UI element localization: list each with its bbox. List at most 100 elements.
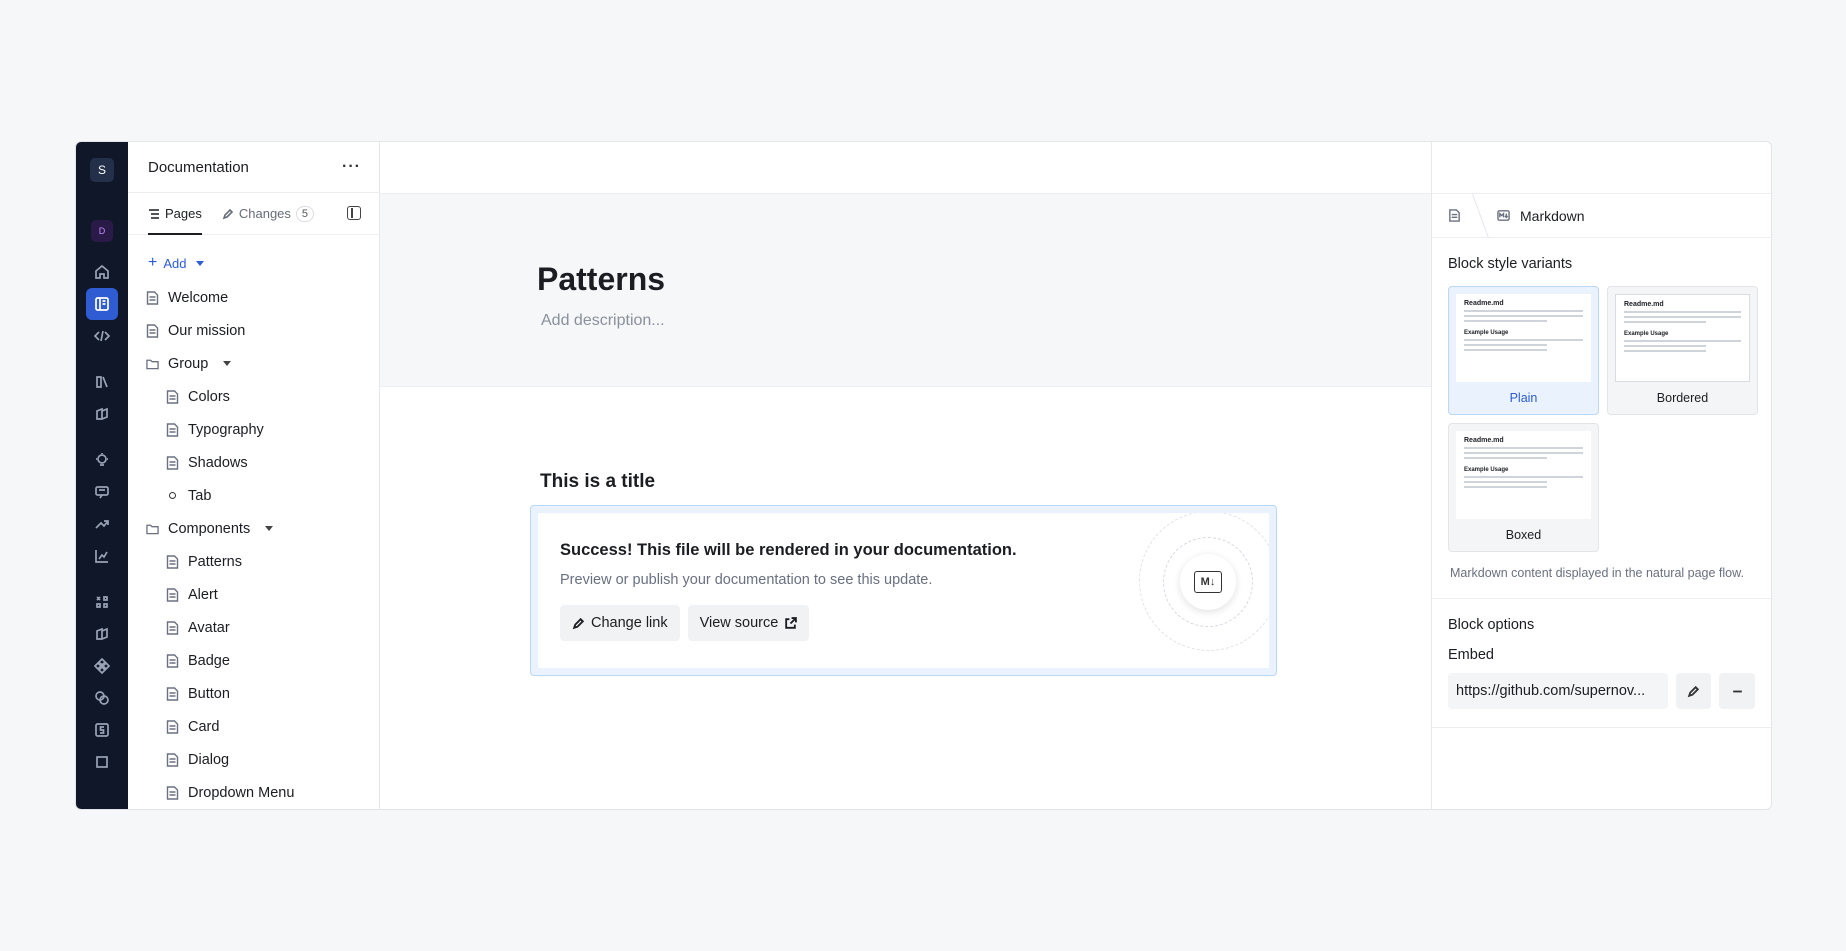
tree-item-label: Welcome: [168, 289, 229, 306]
page-icon[interactable]: [1448, 209, 1461, 222]
tree-item-label: Badge: [188, 652, 230, 669]
collapse-sidebar-icon[interactable]: [347, 206, 361, 221]
folder-icon: [146, 524, 159, 534]
home-icon[interactable]: [86, 256, 118, 288]
trending-icon[interactable]: [86, 508, 118, 540]
remove-embed-button[interactable]: [1719, 673, 1755, 709]
tree-item-group[interactable]: Group: [146, 347, 379, 380]
project-avatar[interactable]: D: [91, 220, 113, 242]
tree-item-colors[interactable]: Colors: [146, 380, 379, 413]
options-heading: Block options: [1448, 617, 1535, 633]
tree-item-badge[interactable]: Badge: [146, 644, 379, 677]
page-icon: [166, 653, 179, 668]
page-title[interactable]: Patterns: [537, 261, 1431, 298]
change-link-label: Change link: [591, 615, 668, 631]
tree-item-shadows[interactable]: Shadows: [146, 446, 379, 479]
tree-item-button[interactable]: Button: [146, 677, 379, 710]
block-options-section: Block options Embed https://github.com/s…: [1432, 599, 1771, 728]
view-source-button[interactable]: View source: [687, 605, 810, 641]
chevron-down-icon[interactable]: [223, 361, 232, 366]
tree-item-label: Tab: [188, 487, 212, 504]
lightbulb-icon[interactable]: [86, 444, 118, 476]
workspace-avatar[interactable]: S: [90, 158, 114, 182]
list-icon: [149, 208, 159, 219]
edit-embed-button[interactable]: [1675, 673, 1712, 709]
components-icon[interactable]: [86, 398, 118, 430]
variant-plain[interactable]: Readme.md Example Usage Plain: [1448, 286, 1599, 415]
tree-item-label: Avatar: [188, 619, 230, 636]
preview-subtitle: Example Usage: [1464, 467, 1509, 473]
page-icon: [166, 719, 179, 734]
sidebar-header: Documentation ···: [128, 142, 379, 194]
supernova-icon[interactable]: [86, 714, 118, 746]
editor-topbar: [380, 142, 1431, 194]
tree-item-our-mission[interactable]: Our mission: [146, 314, 379, 347]
tab-changes-label: Changes: [238, 206, 291, 222]
pencil-icon: [1687, 685, 1700, 697]
tree-item-patterns[interactable]: Patterns: [146, 545, 379, 578]
figma-component-icon[interactable]: [86, 650, 118, 682]
page-icon: [166, 587, 179, 602]
add-button[interactable]: + Add: [128, 235, 379, 281]
tree-item-typography[interactable]: Typography: [146, 413, 379, 446]
markdown-icon: M↓: [1180, 554, 1236, 610]
preview-title: Readme.md: [1624, 301, 1664, 308]
minus-icon: [1732, 690, 1742, 692]
pencil-icon: [222, 208, 234, 219]
page-icon: [166, 752, 179, 767]
tokens-icon[interactable]: [86, 366, 118, 398]
assets-icon[interactable]: [86, 586, 118, 618]
more-options-icon[interactable]: ···: [342, 158, 361, 176]
feedback-icon[interactable]: [86, 476, 118, 508]
tree-item-label: Dropdown Menu: [188, 784, 295, 801]
tree-item-label: Components: [168, 520, 251, 537]
chevron-down-icon[interactable]: [265, 526, 274, 531]
frame-icon[interactable]: [86, 746, 118, 778]
code-icon[interactable]: [86, 320, 118, 352]
tab-dot-icon: [169, 492, 176, 499]
description-input[interactable]: Add description...: [541, 312, 1431, 330]
documentation-icon[interactable]: [86, 288, 118, 320]
tree-item-components[interactable]: Components: [146, 512, 379, 545]
tree-item-alert[interactable]: Alert: [146, 578, 379, 611]
markdown-block[interactable]: M↓ Success! This file will be rendered i…: [530, 505, 1277, 676]
variant-bordered[interactable]: Readme.md Example Usage Bordered: [1607, 286, 1758, 415]
tree-item-label: Our mission: [168, 322, 246, 339]
variants-grid: Readme.md Example Usage Plain Readme.md Exam…: [1448, 286, 1758, 552]
tree-item-dropdown-menu[interactable]: Dropdown Menu: [146, 776, 379, 809]
page-icon: [166, 389, 179, 404]
tree-item-label: Card: [188, 718, 220, 735]
tree-item-label: Dialog: [188, 751, 230, 768]
variants-section: Block style variants Readme.md Example Us…: [1432, 238, 1771, 599]
variant-label: Boxed: [1505, 528, 1542, 542]
tree-item-label: Colors: [188, 388, 230, 405]
tree-item-dialog[interactable]: Dialog: [146, 743, 379, 776]
breadcrumb-markdown[interactable]: Markdown: [1520, 208, 1585, 224]
preview-title: Readme.md: [1464, 437, 1504, 444]
page-icon: [166, 785, 179, 800]
library-icon[interactable]: [86, 618, 118, 650]
external-link-icon: [785, 616, 798, 629]
breadcrumb: Markdown: [1432, 193, 1771, 238]
tree-item-card[interactable]: Card: [146, 710, 379, 743]
tree-item-label: Button: [188, 685, 230, 702]
tree-item-avatar[interactable]: Avatar: [146, 611, 379, 644]
variant-boxed[interactable]: Readme.md Example Usage Boxed: [1448, 423, 1599, 552]
page-icon: [166, 422, 179, 437]
tab-changes[interactable]: Changes 5: [222, 193, 315, 234]
preview-title: Readme.md: [1464, 300, 1504, 307]
tree-item-tab[interactable]: Tab: [146, 479, 379, 512]
tree-item-welcome[interactable]: Welcome: [146, 281, 379, 314]
analytics-icon[interactable]: [86, 540, 118, 572]
nav-rail: S D: [76, 142, 128, 809]
tree-item-label: Alert: [188, 586, 218, 603]
embed-url-field[interactable]: https://github.com/supernov...: [1448, 673, 1668, 709]
overlap-icon[interactable]: [86, 682, 118, 714]
page-header: Patterns Add description...: [380, 194, 1431, 387]
tab-pages[interactable]: Pages: [148, 193, 202, 235]
page-icon: [146, 290, 159, 305]
block-title[interactable]: This is a title: [540, 471, 1431, 493]
change-link-button[interactable]: Change link: [560, 605, 680, 641]
breadcrumb-separator: [1462, 193, 1490, 238]
page-icon: [166, 686, 179, 701]
